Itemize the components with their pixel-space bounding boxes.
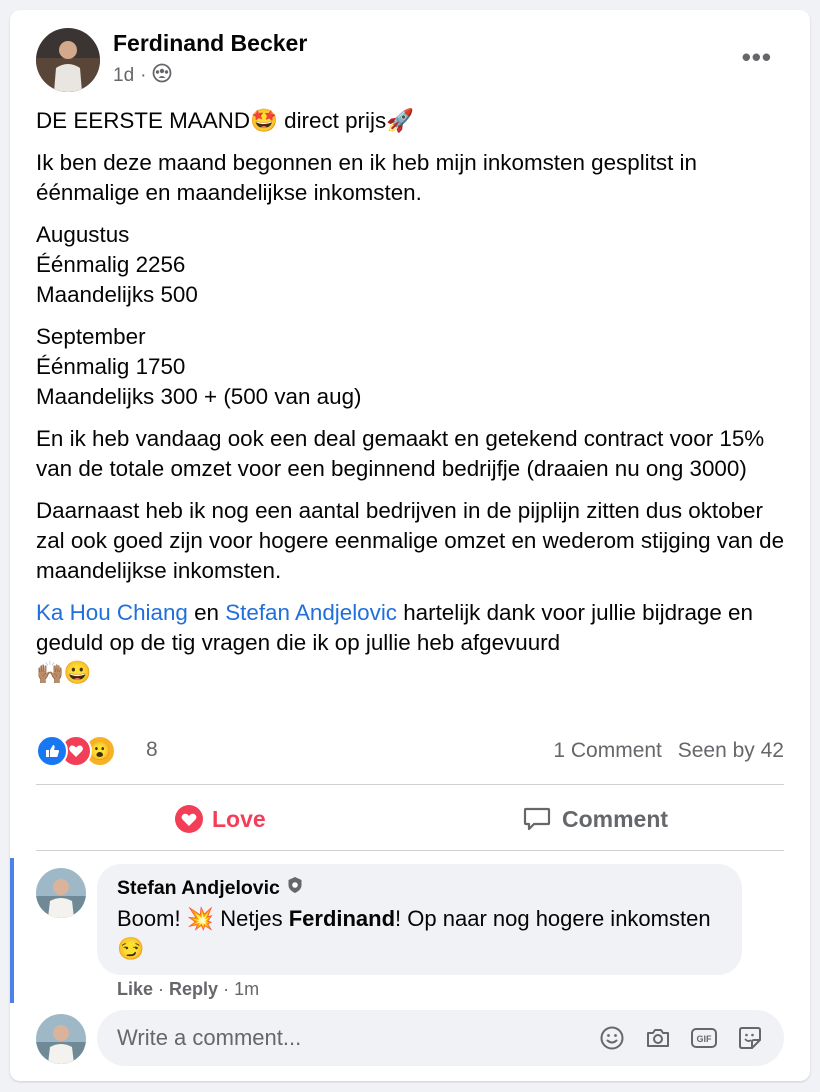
reaction-count[interactable]: 8 [146, 738, 158, 762]
emoji-icon[interactable] [598, 1024, 626, 1052]
gif-icon[interactable]: GIF [690, 1024, 718, 1052]
collision-emoji: 💥 [186, 906, 215, 931]
comment-count[interactable]: 1 Comment [553, 739, 662, 762]
group-audience-icon [152, 63, 172, 89]
current-user-avatar [36, 1014, 86, 1064]
comment-time[interactable]: 1m [234, 979, 259, 999]
mention-link[interactable]: Ka Hou Chiang [36, 600, 188, 625]
divider [36, 784, 784, 785]
love-label: Love [212, 805, 266, 832]
mention-link[interactable]: Stefan Andjelovic [225, 600, 397, 625]
rocket-emoji: 🚀 [386, 108, 415, 133]
sticker-icon[interactable] [736, 1024, 764, 1052]
post-september: September Éénmalig 1750 Maandelijks 300 + … [36, 323, 362, 410]
highlighted-comment-bar [10, 858, 14, 1003]
smirk-emoji: 😏 [117, 936, 145, 961]
comment-author-row: Stefan Andjelovic [117, 876, 722, 900]
post-thanks: Ka Hou Chiang en Stefan Andjelovic harte… [36, 599, 753, 686]
comment-actions: Like · Reply · 1m [117, 979, 260, 999]
star-struck-emoji: 🤩 [250, 108, 278, 133]
post-title: DE EERSTE MAAND🤩 direct prijs🚀 [36, 108, 415, 133]
meta-separator: · [140, 65, 147, 86]
comment-button[interactable]: Comment [522, 803, 668, 835]
divider [36, 850, 784, 851]
post-paragraph: Daarnaast heb ik nog een aantal bedrijve… [36, 497, 785, 584]
post-body: DE EERSTE MAAND🤩 direct prijs🚀 Ik ben de… [36, 106, 786, 700]
comment-author[interactable]: Stefan Andjelovic [117, 877, 280, 900]
love-icon [175, 805, 203, 833]
post-meta: 1d · [113, 63, 172, 89]
author-avatar[interactable] [36, 28, 100, 92]
comment-reply-button[interactable]: Reply [169, 979, 218, 999]
composer-icons: GIF [598, 1024, 764, 1052]
post-time[interactable]: 1d [113, 65, 134, 87]
comment-input[interactable] [117, 1010, 577, 1066]
comment-mention[interactable]: Ferdinand [289, 906, 395, 931]
comment-icon [523, 807, 551, 831]
like-reaction-icon [36, 735, 68, 767]
admin-badge-icon [286, 876, 304, 900]
comment-like-button[interactable]: Like [117, 979, 153, 999]
post-paragraph: En ik heb vandaag ook een deal gemaakt e… [36, 425, 765, 482]
post-stats: 1 Comment Seen by 42 [543, 739, 784, 763]
post-paragraph: Ik ben deze maand begonnen en ik heb mij… [36, 149, 697, 205]
post-august: Augustus Éénmalig 2256 Maandelijks 500 [36, 221, 198, 308]
seen-by[interactable]: Seen by 42 [678, 739, 784, 762]
comment-label: Comment [562, 805, 669, 832]
commenter-avatar[interactable] [36, 868, 86, 918]
author-name[interactable]: Ferdinand Becker [113, 30, 307, 57]
svg-text:GIF: GIF [697, 1034, 713, 1044]
comment-bubble: Stefan Andjelovic Boom! 💥 Netjes Ferdina… [97, 864, 742, 975]
comment-composer: GIF [97, 1010, 784, 1066]
love-button[interactable]: Love [174, 803, 266, 835]
emoji: 🙌🏽😀 [36, 660, 92, 686]
more-options-icon[interactable]: ••• [742, 44, 772, 70]
camera-icon[interactable] [644, 1024, 672, 1052]
reaction-summary: 😮 8 1 Comment Seen by 42 [36, 735, 784, 769]
post-card: Ferdinand Becker 1d · ••• DE EERSTE MAAN… [10, 10, 810, 1081]
comment-text: Boom! 💥 Netjes Ferdinand! Op naar nog ho… [117, 906, 711, 961]
